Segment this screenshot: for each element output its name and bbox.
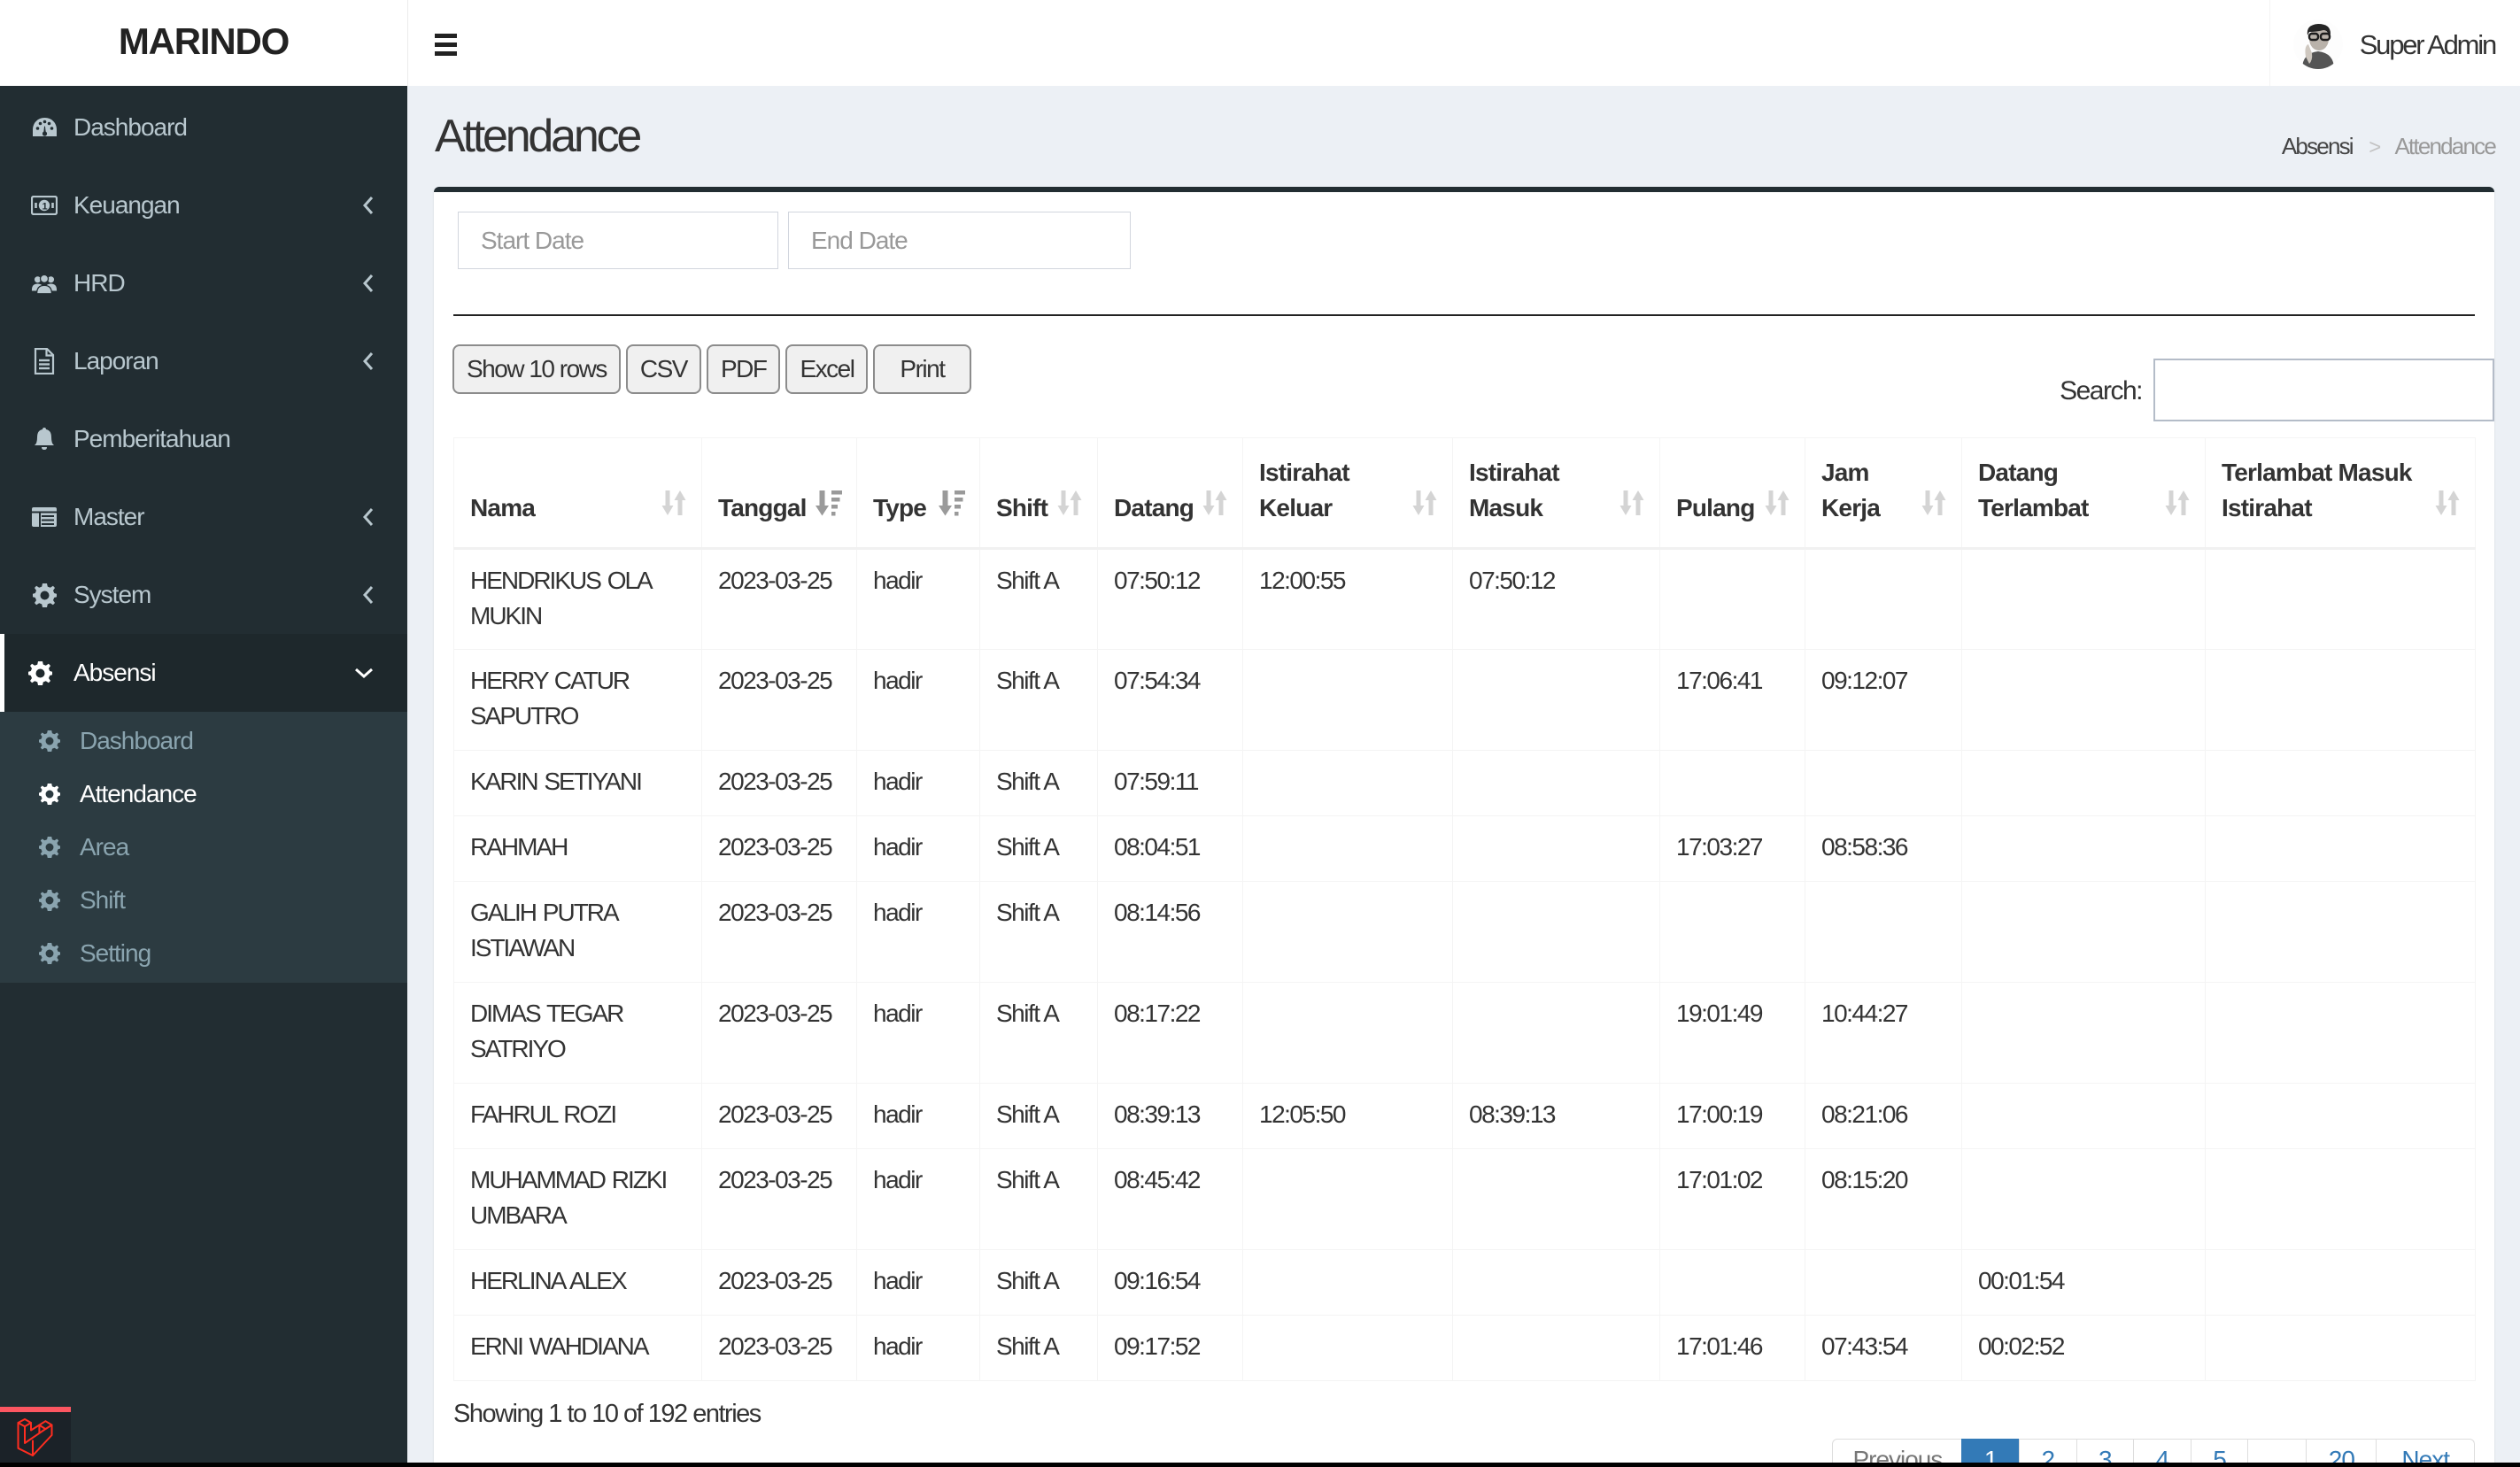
svg-text:1: 1 — [42, 201, 47, 212]
